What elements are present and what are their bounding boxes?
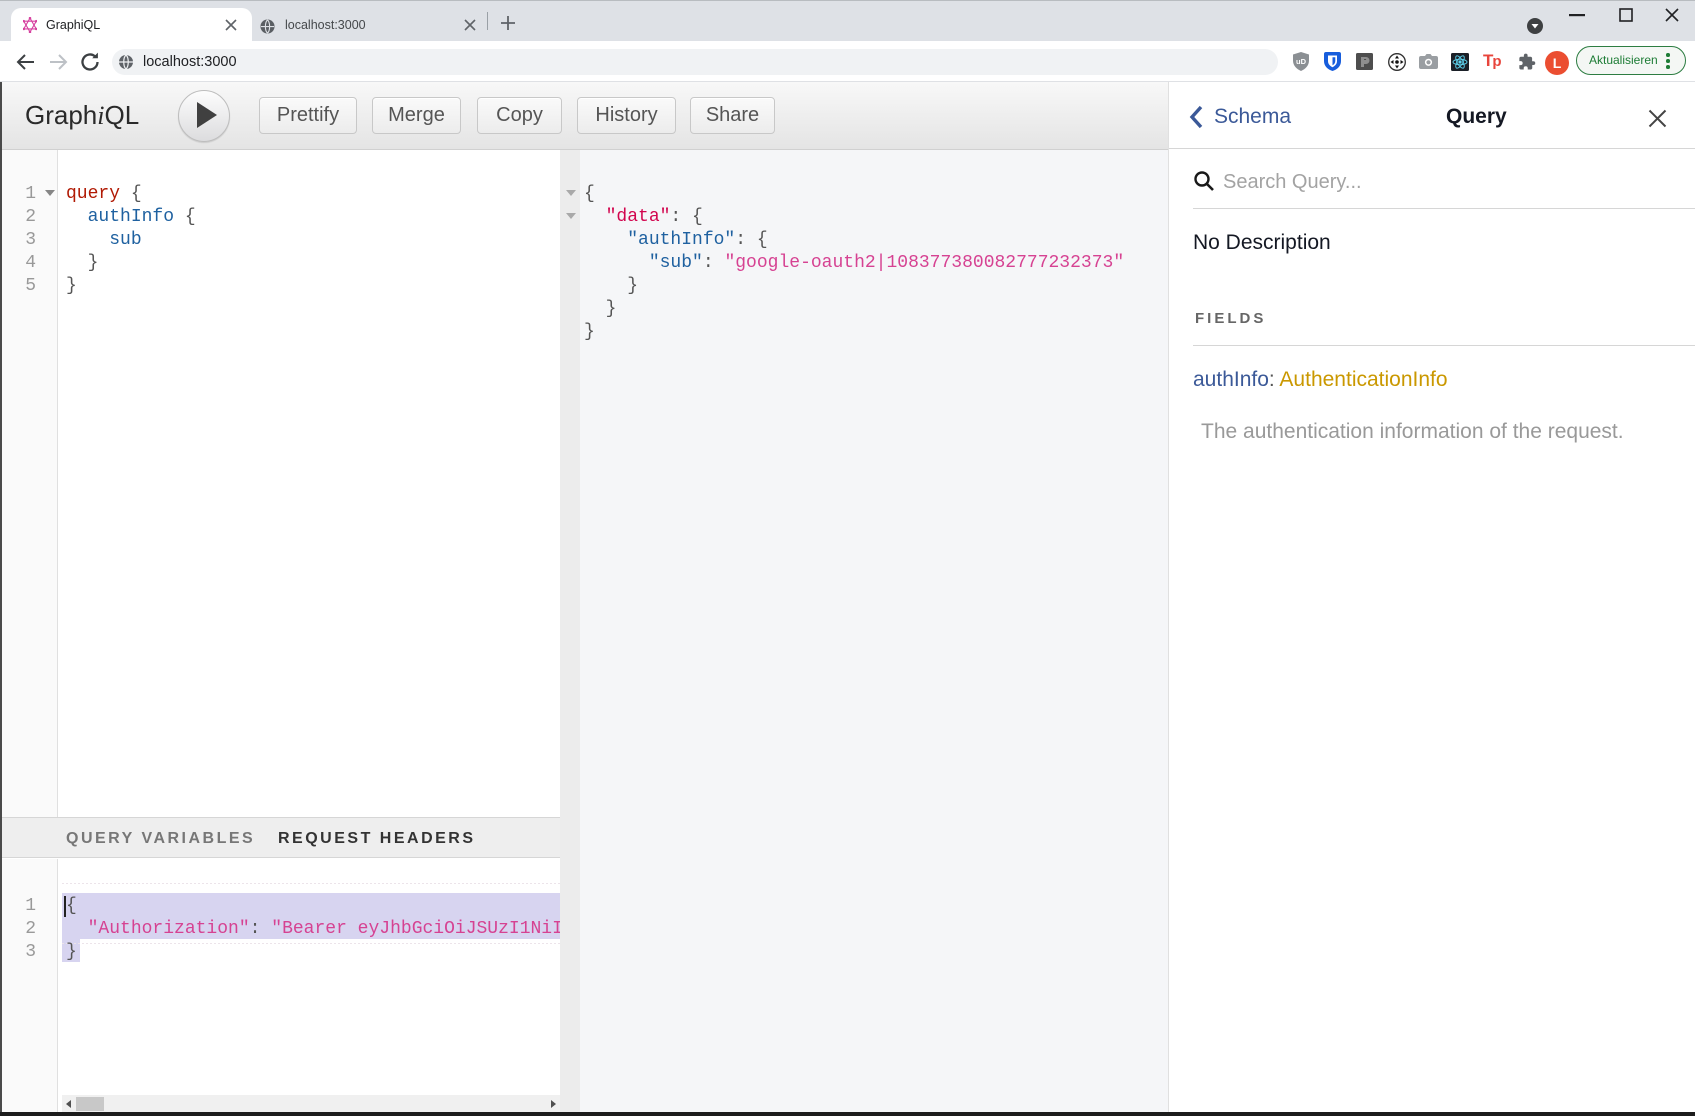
svg-text:uD: uD: [1296, 57, 1307, 66]
